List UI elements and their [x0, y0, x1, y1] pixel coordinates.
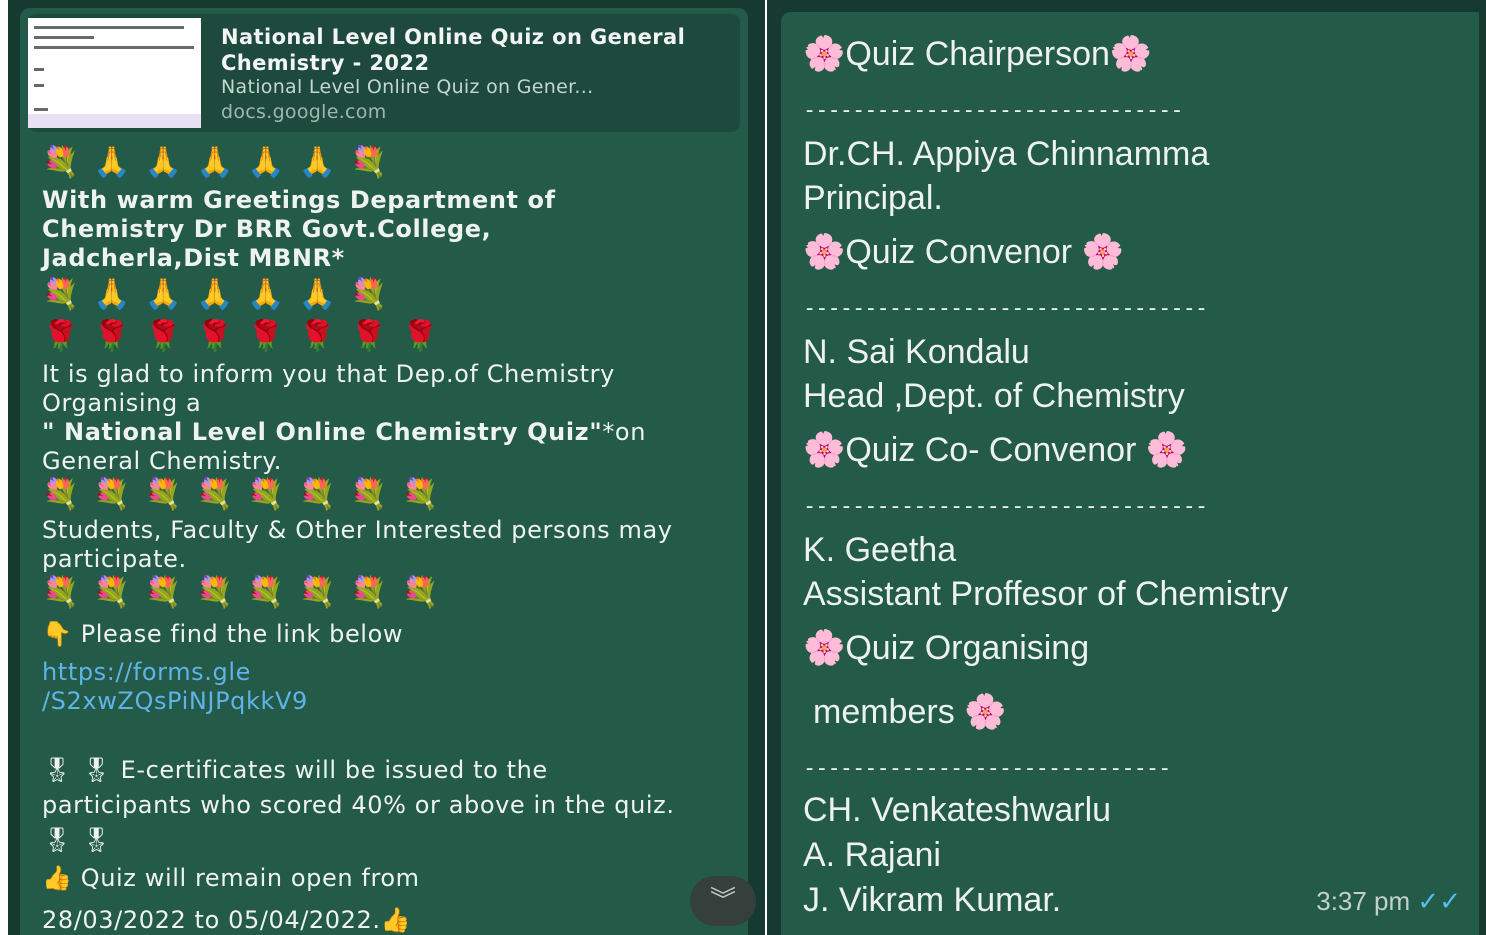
chair-title: Principal.	[803, 179, 943, 217]
chair-name: Dr.CH. Appiya Chinnamma	[803, 135, 1210, 173]
organising-heading: 🌸Quiz Organising	[803, 629, 1090, 667]
message-bubble: National Level Online Quiz on General Ch…	[20, 8, 748, 935]
cherry-blossom-icon: 🌸	[964, 693, 1007, 731]
form-link-line-1[interactable]: https://forms.gle	[42, 658, 308, 687]
member-name: A. Rajani	[803, 836, 941, 874]
find-link-line: 👇 Please find the link below	[42, 620, 702, 649]
preview-description: National Level Online Quiz on Gener...	[221, 76, 594, 98]
message-timestamp: 3:37 pm ✓✓	[1316, 886, 1461, 916]
open-text: Quiz will remain open from	[80, 864, 420, 892]
cherry-blossom-icon: 🌸	[803, 629, 846, 667]
member-name: J. Vikram Kumar.	[803, 881, 1062, 919]
coconvenor-heading: 🌸Quiz Co- Convenor 🌸	[803, 431, 1189, 469]
bouquet-emoji-row: 💐💐💐💐💐💐💐💐	[42, 575, 453, 610]
cherry-blossom-icon: 🌸	[1145, 431, 1189, 469]
cherry-blossom-icon: 🌸	[803, 233, 846, 271]
greeting-text: With warm Greetings Department of Chemis…	[42, 186, 556, 272]
bouquet-prayer-emoji-row: 💐🙏🙏🙏🙏🙏💐	[42, 145, 402, 180]
thumbs-up-icon: 👍	[380, 906, 412, 934]
date-line: 28/03/2022 to 05/04/2022.👍	[42, 906, 702, 935]
cherry-blossom-icon: 🌸	[1081, 233, 1124, 271]
quiz-title-text: " National Level Online Chemistry Quiz"*…	[42, 418, 682, 476]
medal-icon: 🎖 🎖	[42, 756, 113, 784]
member-name: CH. Venkateshwarlu	[803, 791, 1112, 829]
inform-text: It is glad to inform you that Dep.of Che…	[42, 360, 615, 417]
organising-heading-2: members 🌸	[813, 693, 1007, 731]
bouquet-prayer-emoji-row: 💐🙏🙏🙏🙏🙏💐	[42, 277, 402, 312]
coconvenor-name: K. Geetha	[803, 531, 957, 569]
open-text-line: 👍 Quiz will remain open from	[42, 864, 702, 893]
medal-icon: 🎖 🎖	[42, 826, 113, 854]
cherry-blossom-icon: 🌸	[803, 35, 846, 73]
cherry-blossom-icon: 🌸	[1109, 35, 1153, 73]
find-link-text: Please find the link below	[80, 620, 404, 648]
divider: -------------------------------	[803, 98, 1184, 123]
date-text: 28/03/2022 to 05/04/2022.	[42, 906, 381, 934]
certificate-text: E-certificates will be issued to the par…	[42, 756, 675, 819]
preview-title: National Level Online Quiz on General Ch…	[221, 25, 686, 75]
divider: ---------------------------------	[803, 296, 1208, 321]
cherry-blossom-icon: 🌸	[803, 431, 846, 469]
left-chat-panel: National Level Online Quiz on General Ch…	[8, 0, 765, 935]
chairperson-heading: 🌸Quiz Chairperson🌸	[803, 35, 1153, 73]
link-preview[interactable]: National Level Online Quiz on General Ch…	[28, 14, 740, 132]
participate-text: Students, Faculty & Other Interested per…	[42, 516, 673, 573]
rose-emoji-row: 🌹🌹🌹🌹🌹🌹🌹🌹	[42, 319, 453, 354]
divider: ---------------------------------	[803, 494, 1208, 519]
right-chat-panel: 🌸Quiz Chairperson🌸 ---------------------…	[767, 0, 1486, 935]
form-link[interactable]: https://forms.gle /S2xwZQsPiNJPqkkV9	[42, 658, 308, 716]
certificate-text-block: 🎖 🎖 E-certificates will be issued to the…	[42, 753, 702, 858]
divider: ------------------------------	[803, 756, 1171, 781]
convenor-title: Head ,Dept. of Chemistry	[803, 377, 1185, 415]
convenor-name: N. Sai Kondalu	[803, 333, 1030, 371]
quiz-name: " National Level Online Chemistry Quiz"	[42, 418, 603, 446]
scroll-down-button[interactable]: ︾	[690, 876, 756, 926]
bouquet-emoji-row: 💐💐💐💐💐💐💐💐	[42, 477, 453, 512]
form-link-line-2[interactable]: /S2xwZQsPiNJPqkkV9	[42, 687, 308, 716]
double-check-icon: ✓✓	[1417, 886, 1461, 916]
thumbs-up-icon: 👍	[42, 864, 73, 892]
pointing-down-icon: 👇	[42, 620, 73, 648]
coconvenor-title: Assistant Proffesor of Chemistry	[803, 575, 1288, 613]
preview-domain: docs.google.com	[221, 101, 387, 123]
preview-thumbnail	[28, 18, 201, 128]
convenor-heading: 🌸Quiz Convenor 🌸	[803, 233, 1124, 271]
chevron-double-down-icon: ︾	[709, 886, 736, 916]
message-bubble: 🌸Quiz Chairperson🌸 ---------------------…	[781, 12, 1479, 935]
